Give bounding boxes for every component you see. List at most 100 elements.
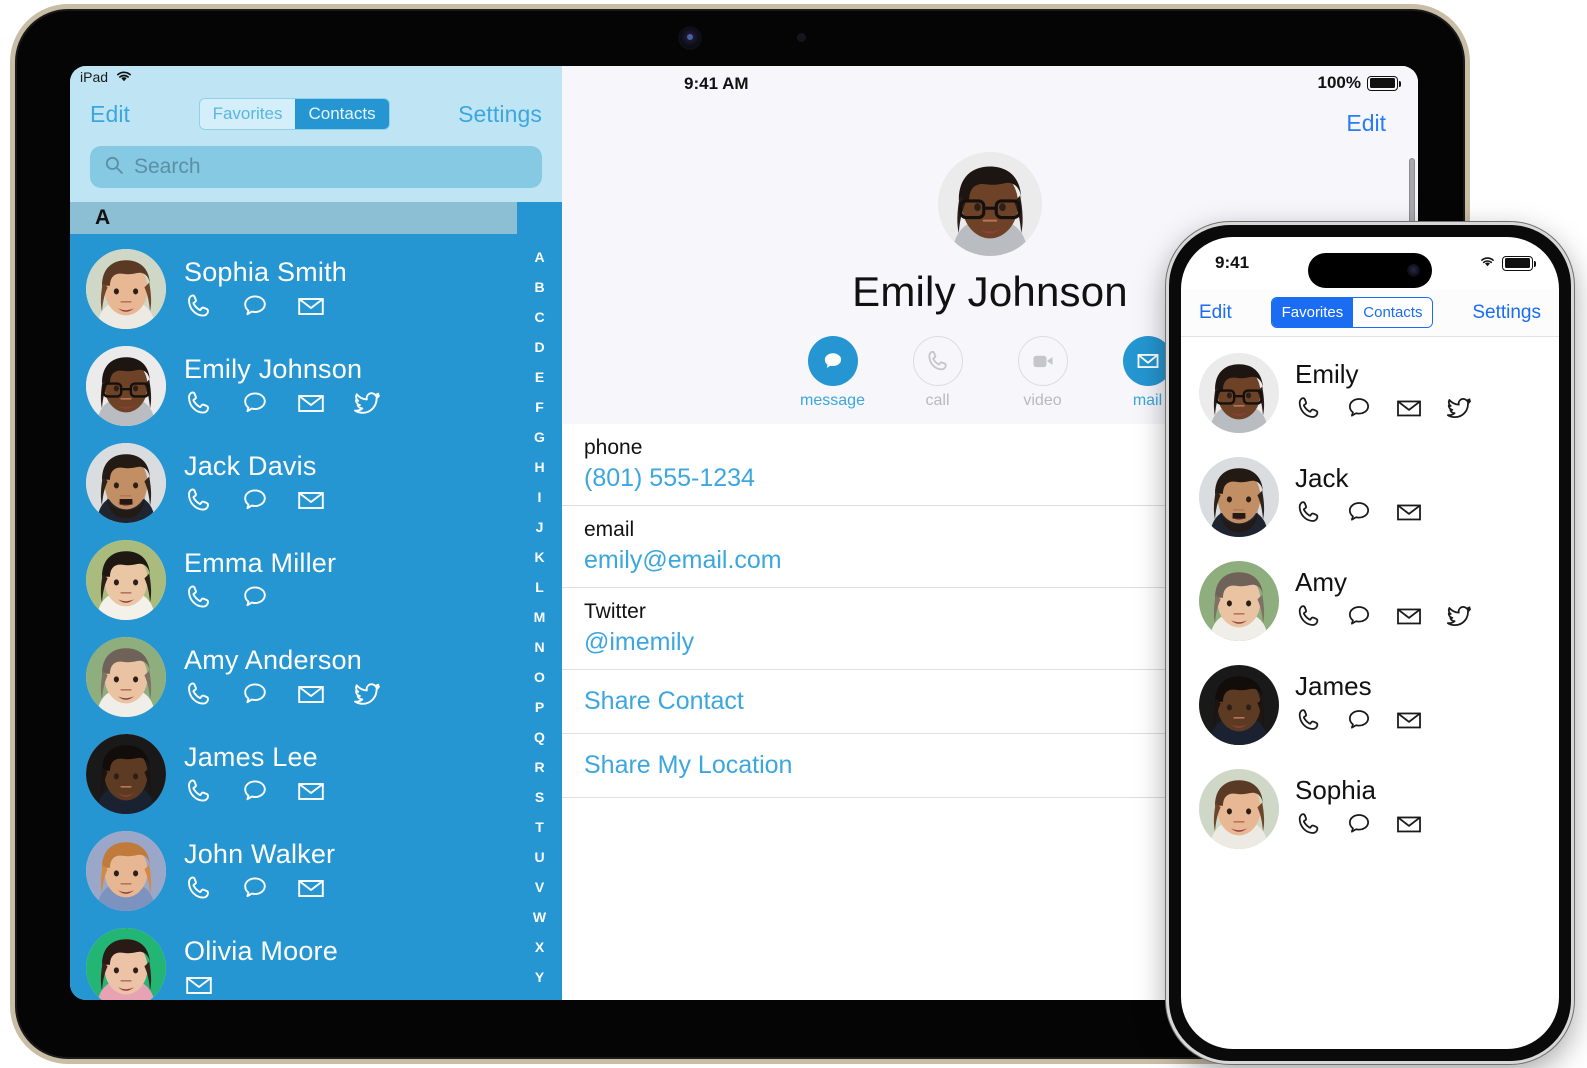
- alphabet-index-letter[interactable]: J: [536, 512, 544, 542]
- iphone-contact-row[interactable]: Sophia: [1181, 757, 1559, 861]
- alphabet-index-letter[interactable]: A: [534, 242, 544, 272]
- iphone-contact-row[interactable]: James: [1181, 653, 1559, 757]
- mail-icon[interactable]: [184, 970, 214, 1000]
- phone-icon[interactable]: [1295, 498, 1323, 531]
- detail-action-video[interactable]: video: [1014, 336, 1072, 410]
- message-icon[interactable]: [1345, 810, 1373, 843]
- iphone-contact-actions[interactable]: [1295, 706, 1423, 739]
- ipad-segment-contacts[interactable]: Contacts: [295, 99, 389, 129]
- contact-actions[interactable]: [184, 388, 382, 418]
- alphabet-index-letter[interactable]: X: [535, 932, 544, 962]
- alphabet-index-letter[interactable]: Z: [535, 992, 544, 1000]
- message-icon[interactable]: [240, 776, 270, 806]
- mail-icon[interactable]: [296, 776, 326, 806]
- twitter-icon[interactable]: [352, 388, 382, 418]
- iphone-edit-button[interactable]: Edit: [1199, 302, 1232, 324]
- contact-row[interactable]: John Walker: [70, 822, 517, 919]
- mail-icon[interactable]: [1122, 336, 1173, 386]
- message-icon[interactable]: [1345, 498, 1373, 531]
- alphabet-index-letter[interactable]: H: [534, 452, 544, 482]
- mail-icon[interactable]: [1395, 394, 1423, 427]
- contact-actions[interactable]: [184, 291, 347, 321]
- contact-actions[interactable]: [184, 873, 335, 903]
- twitter-icon[interactable]: [1445, 394, 1473, 427]
- message-icon[interactable]: [240, 485, 270, 515]
- contact-actions[interactable]: [184, 776, 326, 806]
- contact-row[interactable]: Emily Johnson: [70, 337, 517, 434]
- twitter-icon[interactable]: [1445, 602, 1473, 635]
- message-icon[interactable]: [807, 336, 858, 386]
- video-icon[interactable]: [1017, 336, 1068, 386]
- ipad-detail-edit-button[interactable]: Edit: [1346, 110, 1386, 137]
- alphabet-index-letter[interactable]: T: [535, 812, 544, 842]
- message-icon[interactable]: [240, 679, 270, 709]
- alphabet-index-letter[interactable]: S: [535, 782, 544, 812]
- mail-icon[interactable]: [296, 679, 326, 709]
- mail-icon[interactable]: [1395, 602, 1423, 635]
- alphabet-index-letter[interactable]: W: [533, 902, 546, 932]
- alphabet-index-letter[interactable]: M: [534, 602, 546, 632]
- iphone-contact-actions[interactable]: [1295, 602, 1473, 635]
- phone-icon[interactable]: [184, 388, 214, 418]
- alphabet-index-letter[interactable]: N: [534, 632, 544, 662]
- mail-icon[interactable]: [1395, 706, 1423, 739]
- alphabet-index-letter[interactable]: L: [535, 572, 544, 602]
- alphabet-index-letter[interactable]: F: [535, 392, 544, 422]
- phone-icon[interactable]: [184, 485, 214, 515]
- alphabet-index-letter[interactable]: G: [534, 422, 545, 452]
- alphabet-index-letter[interactable]: V: [535, 872, 544, 902]
- phone-icon[interactable]: [1295, 810, 1323, 843]
- contact-row[interactable]: Emma Miller: [70, 531, 517, 628]
- alphabet-index-letter[interactable]: Q: [534, 722, 545, 752]
- iphone-contact-list[interactable]: Emily Jack Amy James Sophia: [1181, 337, 1559, 861]
- phone-icon[interactable]: [184, 679, 214, 709]
- iphone-segment-contacts[interactable]: Contacts: [1353, 298, 1433, 327]
- phone-icon[interactable]: [184, 873, 214, 903]
- detail-action-call[interactable]: call: [909, 336, 967, 410]
- ipad-segmented-control[interactable]: Favorites Contacts: [198, 98, 390, 130]
- message-icon[interactable]: [1345, 394, 1373, 427]
- contact-row[interactable]: Amy Anderson: [70, 628, 517, 725]
- iphone-contact-actions[interactable]: [1295, 810, 1423, 843]
- iphone-contact-row[interactable]: Amy: [1181, 549, 1559, 653]
- mail-icon[interactable]: [1395, 498, 1423, 531]
- iphone-contact-actions[interactable]: [1295, 394, 1473, 427]
- message-icon[interactable]: [240, 388, 270, 418]
- iphone-segment-favorites[interactable]: Favorites: [1271, 298, 1354, 327]
- detail-action-message[interactable]: message: [800, 336, 865, 410]
- alphabet-index-letter[interactable]: U: [534, 842, 544, 872]
- mail-icon[interactable]: [296, 485, 326, 515]
- alphabet-index-letter[interactable]: I: [538, 482, 542, 512]
- alphabet-index-letter[interactable]: D: [534, 332, 544, 362]
- alphabet-index-letter[interactable]: P: [535, 692, 544, 722]
- ipad-edit-button[interactable]: Edit: [90, 101, 130, 128]
- ipad-search-input[interactable]: Search: [90, 146, 542, 188]
- alphabet-index-letter[interactable]: O: [534, 662, 545, 692]
- iphone-contact-row[interactable]: Jack: [1181, 445, 1559, 549]
- alphabet-index-letter[interactable]: B: [534, 272, 544, 302]
- ipad-settings-button[interactable]: Settings: [458, 101, 542, 128]
- ipad-segment-favorites[interactable]: Favorites: [199, 99, 296, 129]
- iphone-contact-actions[interactable]: [1295, 498, 1423, 531]
- twitter-icon[interactable]: [352, 679, 382, 709]
- contact-actions[interactable]: [184, 970, 338, 1000]
- message-icon[interactable]: [1345, 602, 1373, 635]
- contact-row[interactable]: Jack Davis: [70, 434, 517, 531]
- message-icon[interactable]: [240, 873, 270, 903]
- phone-icon[interactable]: [912, 336, 963, 386]
- iphone-segmented-control[interactable]: Favorites Contacts: [1270, 297, 1434, 328]
- mail-icon[interactable]: [296, 388, 326, 418]
- alphabet-index-letter[interactable]: E: [535, 362, 544, 392]
- contact-actions[interactable]: [184, 485, 326, 515]
- ipad-contact-list[interactable]: Sophia Smith Emily Johnson Jack Davis Em…: [70, 234, 517, 1000]
- iphone-contact-row[interactable]: Emily: [1181, 341, 1559, 445]
- message-icon[interactable]: [240, 582, 270, 612]
- contact-row[interactable]: Olivia Moore: [70, 919, 517, 1000]
- contact-row[interactable]: James Lee: [70, 725, 517, 822]
- contact-actions[interactable]: [184, 679, 382, 709]
- phone-icon[interactable]: [184, 291, 214, 321]
- alphabet-index-letter[interactable]: R: [534, 752, 544, 782]
- contact-row[interactable]: Sophia Smith: [70, 240, 517, 337]
- phone-icon[interactable]: [1295, 394, 1323, 427]
- phone-icon[interactable]: [1295, 706, 1323, 739]
